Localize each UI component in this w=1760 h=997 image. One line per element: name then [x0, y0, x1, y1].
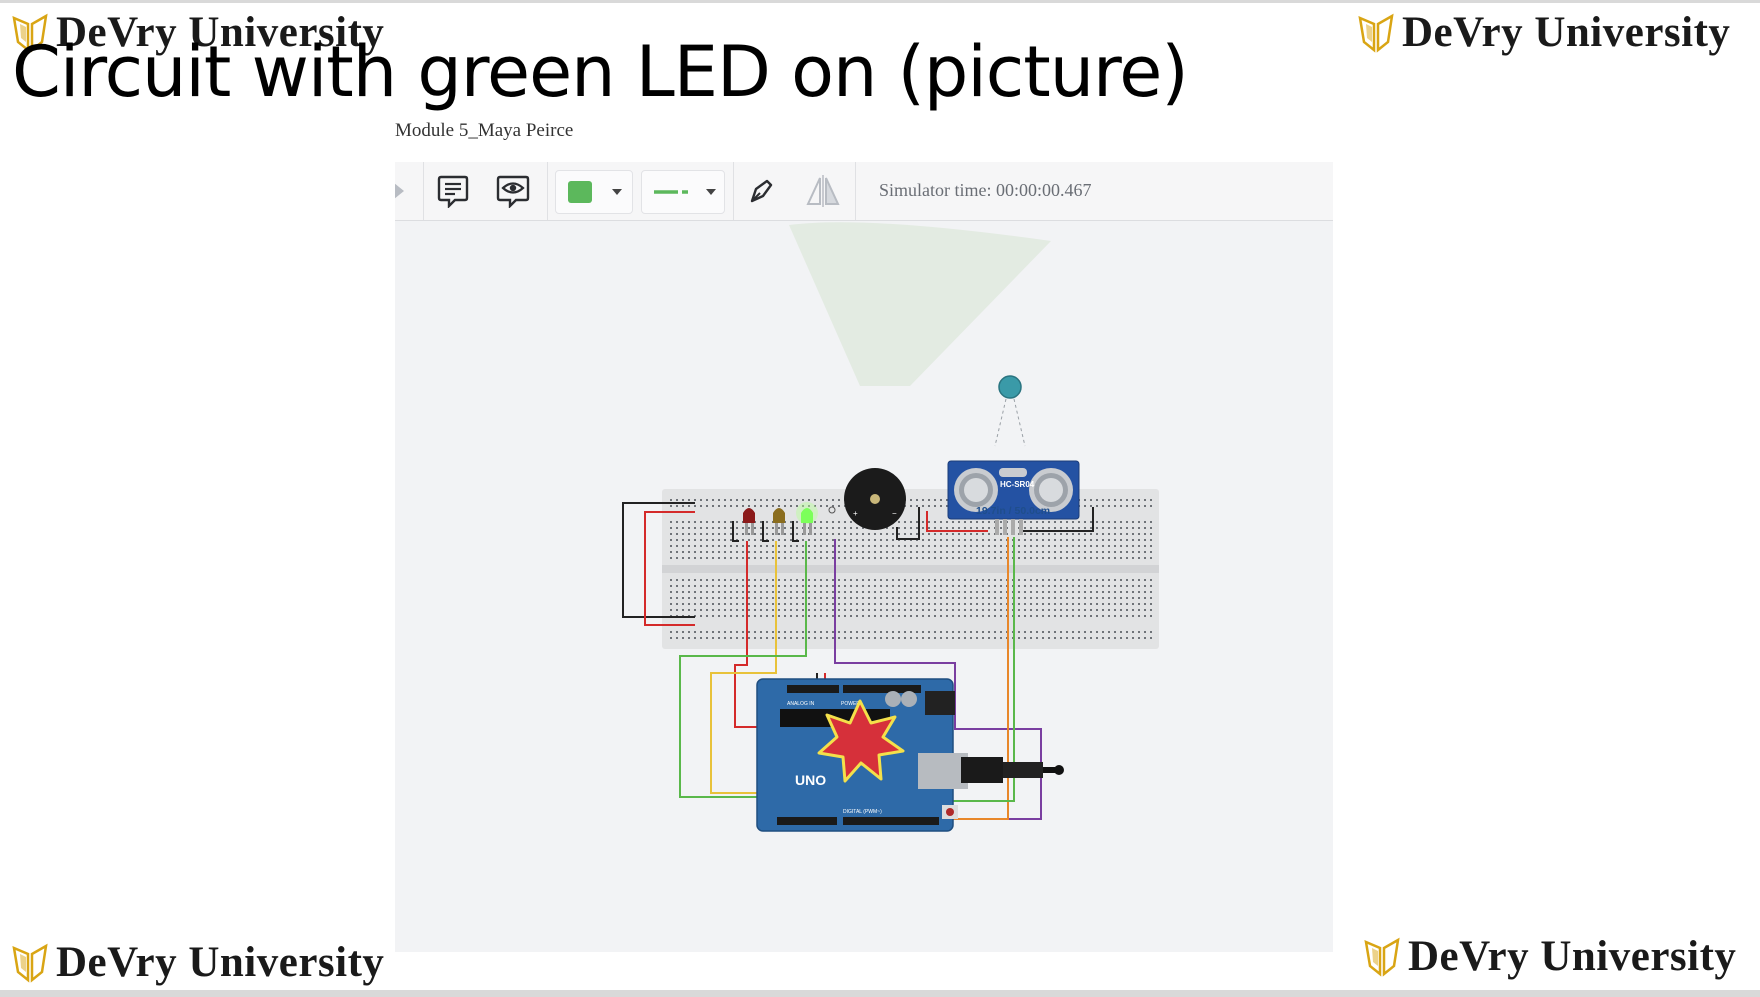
sensor-beam-line — [1013, 398, 1026, 447]
board-digital-label: DIGITAL (PWM~) — [843, 809, 882, 815]
devry-shield-icon — [1364, 937, 1400, 977]
distance-readout: 19.7in / 50.0cm — [976, 505, 1051, 517]
devry-wordmark: DeVry University — [1408, 933, 1737, 980]
usb-cable — [961, 757, 1064, 783]
toolbar-divider — [423, 162, 424, 220]
notes-icon[interactable] — [433, 171, 473, 211]
line-style-sample — [654, 190, 688, 194]
flip-icon[interactable] — [803, 171, 843, 211]
devry-wordmark: DeVry University — [56, 939, 385, 986]
devry-shield-icon — [12, 943, 48, 983]
caption-text: Module 5_Maya Peirce — [395, 120, 574, 141]
visibility-icon[interactable] — [493, 171, 533, 211]
arduino-uno-board[interactable]: UNO POWER ANALOG IN DIGITAL (PWM~) — [756, 678, 968, 832]
slide-bottom-border — [0, 990, 1760, 997]
svg-text:+: + — [853, 509, 858, 518]
play-icon[interactable] — [395, 171, 409, 211]
slide-title: Circuit with green LED on (picture) — [12, 31, 1189, 113]
devry-logo-bottom-left: DeVry University — [10, 938, 384, 987]
devry-wordmark: DeVry University — [1402, 9, 1731, 56]
chevron-down-icon — [706, 189, 716, 195]
screenshot-caption: Module 5_Maya Peirce — [395, 120, 795, 142]
sensor-beam-line — [994, 398, 1007, 447]
distance-target-handle[interactable] — [998, 375, 1022, 399]
svg-text:−: − — [892, 509, 897, 518]
slide-top-border — [0, 0, 1760, 3]
devry-shield-icon — [1358, 13, 1394, 53]
sensor-range-cone — [789, 222, 1051, 386]
toolbar-divider — [855, 162, 856, 220]
sensor-model-label: HC-SR04 — [1000, 480, 1035, 489]
toolbar-divider — [547, 162, 548, 220]
pen-tool-icon[interactable] — [741, 171, 781, 211]
fill-color-picker[interactable] — [555, 170, 633, 214]
circuit-canvas[interactable]: + − HC-SR04 UNO POWER ANALOG IN DIGITAL … — [395, 221, 1333, 952]
board-analog-label: ANALOG IN — [787, 701, 815, 707]
devry-logo-top-right: DeVry University — [1356, 8, 1730, 57]
devry-logo-bottom-right: DeVry University — [1362, 932, 1736, 981]
simulator-time: Simulator time: 00:00:00.467 — [879, 180, 1092, 200]
chevron-down-icon — [612, 189, 622, 195]
breadboard[interactable] — [662, 489, 1159, 649]
fill-color-swatch — [568, 181, 592, 203]
circuit-diagram: + − HC-SR04 UNO POWER ANALOG IN DIGITAL … — [622, 222, 1159, 832]
toolbar-divider — [733, 162, 734, 220]
tinkercad-screenshot: Simulator time: 00:00:00.467 + − HC-SR04… — [395, 162, 1333, 952]
line-style-picker[interactable] — [641, 170, 725, 214]
board-uno-label: UNO — [795, 772, 826, 788]
editor-toolbar: Simulator time: 00:00:00.467 — [395, 162, 1333, 221]
